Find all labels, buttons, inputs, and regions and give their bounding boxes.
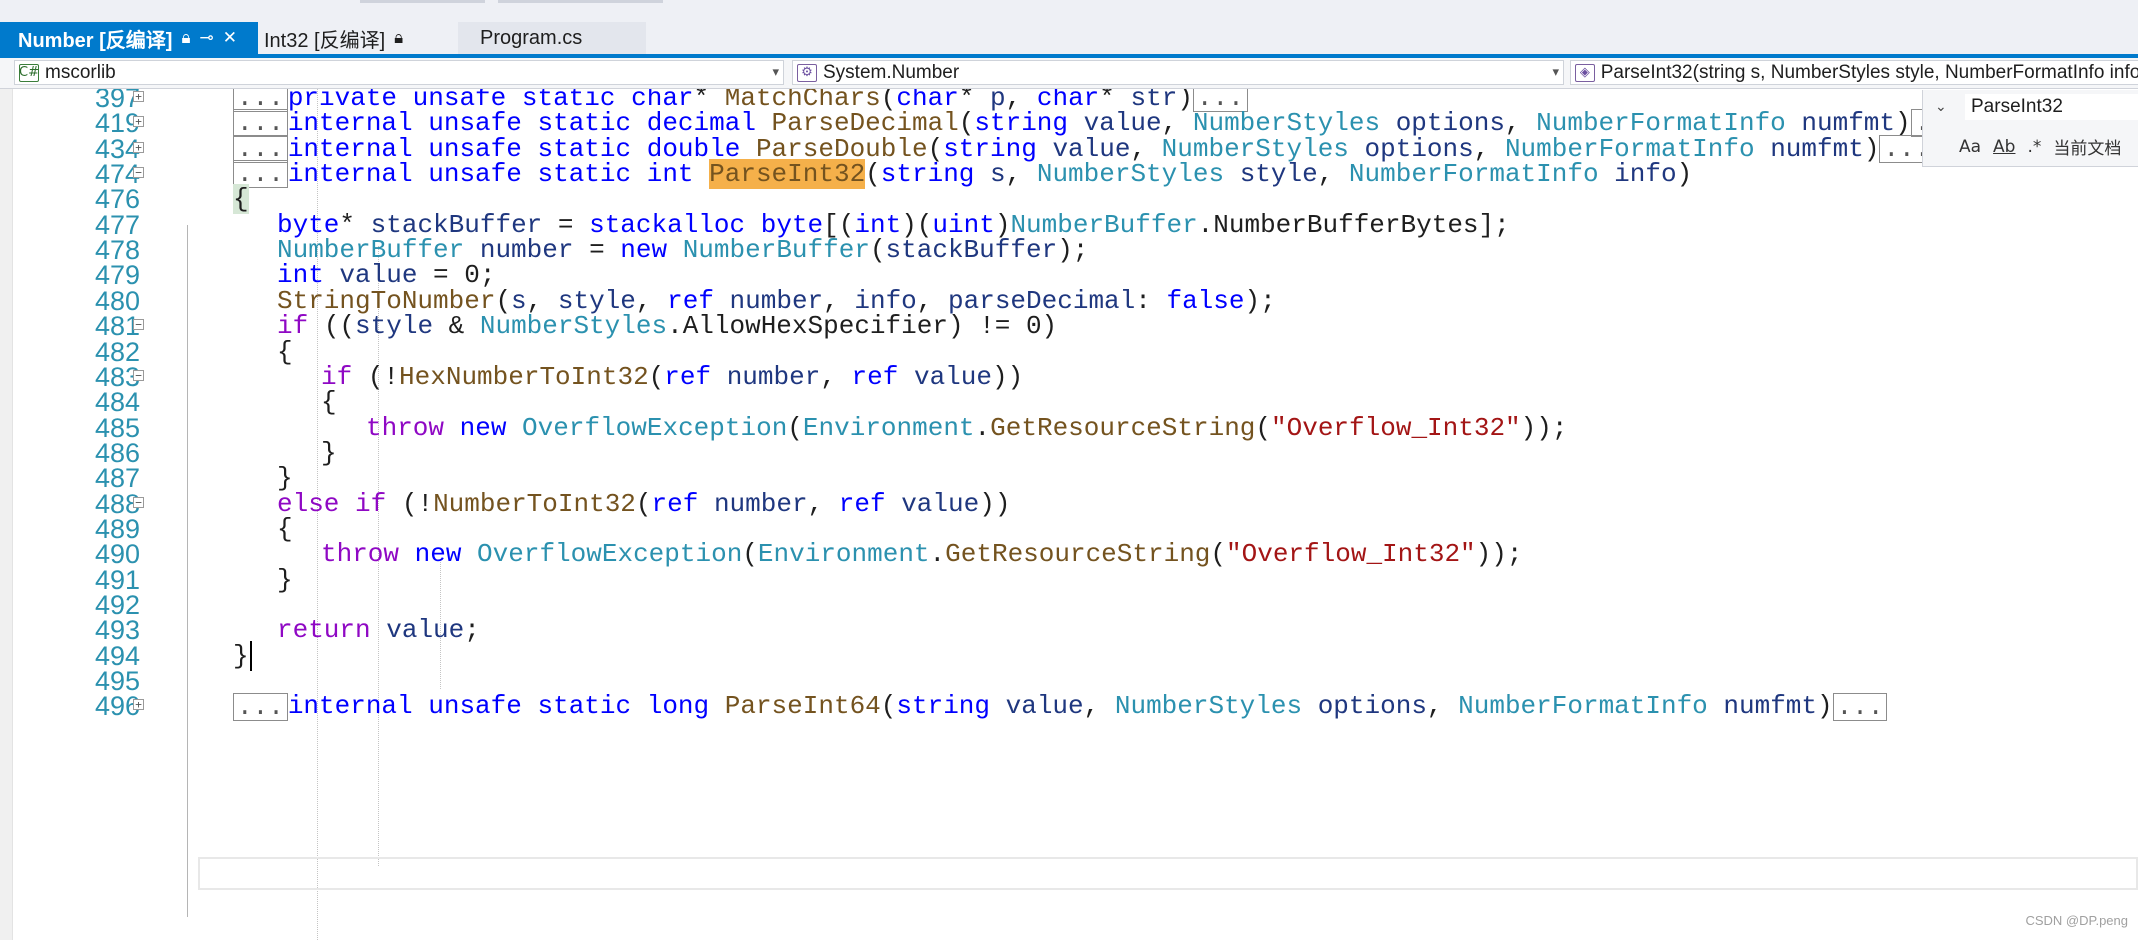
tab-program-cs[interactable]: Program.cs [458,22,646,54]
csharp-project-icon: C# [19,63,39,82]
code-editor[interactable]: 397 +... private unsafe static char* Match… [0,89,2138,940]
chevron-down-icon: ▾ [772,64,779,79]
type-dropdown[interactable]: ⚙ System.Number ▾ [792,60,1564,85]
type-name: System.Number [823,61,960,83]
close-icon[interactable]: ✕ [223,28,237,48]
collapse-fold-icon[interactable]: − [133,167,144,179]
collapsed-body-marker[interactable]: ... [1832,692,1888,721]
line-number: 496 [94,691,140,722]
chevron-down-icon: ▾ [1552,64,1559,79]
match-whole-word-toggle[interactable]: Ab [1993,137,2015,157]
expand-fold-icon[interactable]: + [133,91,144,102]
expand-fold-icon[interactable]: + [133,116,144,128]
member-dropdown[interactable]: ◈ ParseInt32(string s, NumberStyles styl… [1570,60,2138,85]
collapsed-attributes-marker[interactable]: ... [233,692,288,721]
collapse-fold-icon[interactable]: − [133,369,144,381]
method-icon: ◈ [1575,63,1595,82]
member-name: ParseInt32(string s, NumberStyles style,… [1600,61,2138,83]
class-icon: ⚙ [797,63,817,82]
navigation-bar: C# mscorlib ▾ ⚙ System.Number ▾ ◈ ParseI… [0,58,2138,89]
tab-label: Int32 [反编译] [264,29,386,52]
collapse-fold-icon[interactable]: − [133,319,144,331]
tab-number-decompiled[interactable]: Number [反编译] 🔒︎ ⊸ ✕ [0,22,258,54]
lock-icon: 🔒︎ [181,28,191,47]
current-line-highlight [198,857,2138,890]
tab-bar-stub [498,0,663,3]
lock-icon: 🔒︎ [394,28,404,47]
chevron-down-icon[interactable]: ⌄ [1935,98,1947,115]
find-input[interactable]: ParseInt32 [1965,94,2138,120]
match-case-toggle[interactable]: Aa [1959,137,1981,157]
code-text: ... internal unsafe static long ParseInt6… [233,689,1888,723]
tab-int32-decompiled[interactable]: Int32 [反编译] 🔒︎ [258,22,458,54]
project-dropdown[interactable]: C# mscorlib ▾ [14,60,784,85]
tab-label: Program.cs [480,26,583,49]
expand-fold-icon[interactable]: + [133,141,144,153]
pin-icon[interactable]: ⊸ [200,28,214,48]
document-tab-bar: Number [反编译] 🔒︎ ⊸ ✕ Int32 [反编译] 🔒︎ Progr… [0,0,2138,54]
tab-bar-stub [360,0,485,3]
expand-fold-icon[interactable]: + [133,699,144,711]
find-options: Aa Ab .* 当前文档 [1959,134,2121,159]
watermark: CSDN @DP.peng [2025,913,2128,928]
find-widget[interactable]: ⌄ ParseInt32 Aa Ab .* 当前文档 [1922,90,2138,167]
regex-toggle[interactable]: .* [2027,137,2041,157]
tab-label: Number [反编译] [18,29,173,52]
code-line[interactable]: 496 + ... internal unsafe static long Parse… [0,689,2138,724]
collapse-fold-icon[interactable]: − [133,496,144,508]
search-scope-dropdown[interactable]: 当前文档 [2053,134,2121,159]
project-name: mscorlib [45,61,116,83]
